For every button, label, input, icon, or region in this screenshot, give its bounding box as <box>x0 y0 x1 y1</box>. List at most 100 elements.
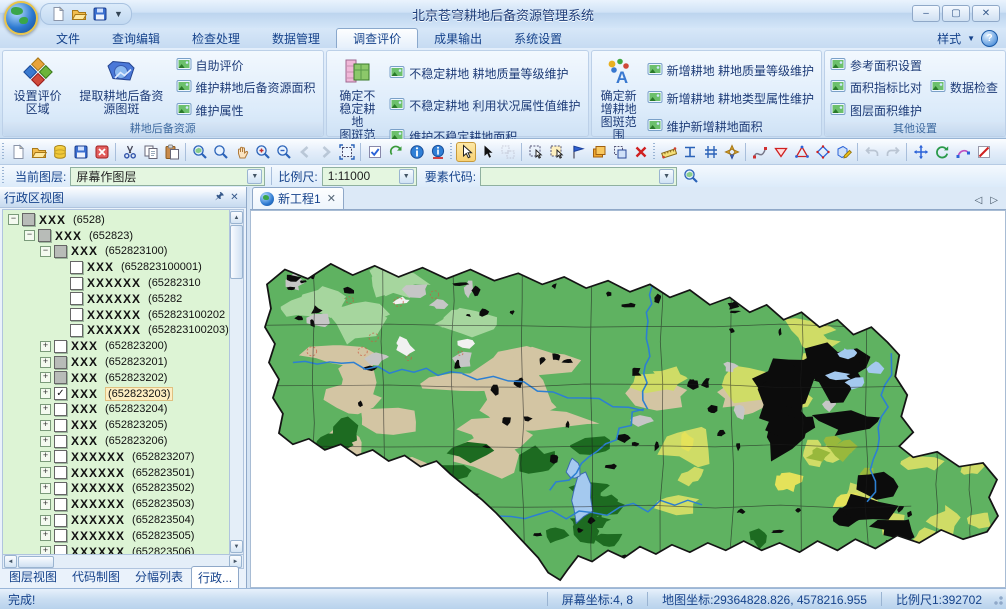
cut-icon[interactable] <box>120 142 140 162</box>
ribbon-tab[interactable]: 检查处理 <box>176 28 256 48</box>
ribbon-small-button[interactable]: 不稳定耕地 利用状况属性值维护 <box>387 95 584 116</box>
tree-checkbox[interactable] <box>70 324 83 337</box>
tree-row[interactable]: +XXXXXX(652823506) <box>3 544 229 554</box>
goto-flag-icon[interactable] <box>568 142 588 162</box>
pin-icon[interactable]: 🖈 <box>212 190 227 205</box>
maximize-button[interactable]: ▢ <box>942 5 970 22</box>
tree-expander-icon[interactable]: + <box>40 546 51 554</box>
tree-checkbox[interactable] <box>54 545 67 554</box>
tree-row[interactable]: +XXXXXX(652823503) <box>3 496 229 512</box>
tree-vertical-scrollbar[interactable]: ▲ ▼ <box>229 210 243 554</box>
tree-row[interactable]: +XXX(652823206) <box>3 433 229 449</box>
delete-feature-icon[interactable] <box>631 142 651 162</box>
new-document-button[interactable] <box>49 5 67 23</box>
ribbon-small-button[interactable]: 新增耕地 耕地质量等级维护 <box>645 60 818 81</box>
tree-row[interactable]: XXXXXX(65282 <box>3 291 229 307</box>
pointer-icon[interactable] <box>477 142 497 162</box>
grid-tool-icon[interactable] <box>701 142 721 162</box>
tree-expander-icon[interactable]: + <box>40 341 51 352</box>
close-button[interactable]: ✕ <box>972 5 1000 22</box>
tree-checkbox[interactable] <box>54 387 67 400</box>
length-tool-icon[interactable] <box>680 142 700 162</box>
ribbon-small-button[interactable]: 图层面积维护 <box>828 100 926 121</box>
tree-expander-icon[interactable]: + <box>40 451 51 462</box>
tree-row[interactable]: −XXX(652823) <box>3 228 229 244</box>
feature-search-button[interactable] <box>681 166 701 186</box>
ribbon-small-button[interactable]: 自助评价 <box>174 55 320 76</box>
tree-checkbox[interactable] <box>54 482 67 495</box>
tree-row[interactable]: −XXX(652823100) <box>3 244 229 260</box>
open-folder-icon[interactable] <box>29 142 49 162</box>
map-tab-close-icon[interactable]: ✕ <box>327 192 336 205</box>
toolbar-grip[interactable] <box>2 143 4 161</box>
database-icon[interactable] <box>50 142 70 162</box>
move-tool-icon[interactable] <box>911 142 931 162</box>
app-logo-globe-icon[interactable] <box>4 1 38 35</box>
tree-row[interactable]: +XXX(652823203) <box>3 386 229 402</box>
identify-info-icon[interactable] <box>407 142 427 162</box>
close-file-icon[interactable] <box>92 142 112 162</box>
ribbon-tab[interactable]: 系统设置 <box>498 28 578 48</box>
scroll-up-icon[interactable]: ▲ <box>230 211 243 224</box>
toolbar-grip[interactable] <box>2 167 4 185</box>
redo-icon[interactable] <box>883 142 903 162</box>
panel-tab[interactable]: 图层视图 <box>2 565 64 588</box>
open-folder-button[interactable] <box>70 5 88 23</box>
scroll-down-icon[interactable]: ▼ <box>230 540 243 553</box>
tree-checkbox[interactable] <box>54 371 67 384</box>
move-feature-icon[interactable] <box>610 142 630 162</box>
panel-tab[interactable]: 行政... <box>191 566 239 588</box>
diamond-tool-icon[interactable] <box>813 142 833 162</box>
tree-expander-icon[interactable]: − <box>40 246 51 257</box>
refresh-view-icon[interactable] <box>386 142 406 162</box>
map-document-tab[interactable]: 新工程1 ✕ <box>252 187 344 209</box>
select-cursor-icon[interactable] <box>456 142 476 162</box>
ribbon-small-button[interactable]: 新增耕地 耕地类型属性维护 <box>645 88 818 109</box>
map-canvas[interactable] <box>250 210 1006 588</box>
copy-icon[interactable] <box>141 142 161 162</box>
close-icon[interactable]: ✕ <box>227 190 242 205</box>
ribbon-small-button[interactable]: 面积指标比对 <box>828 77 926 98</box>
tree-expander-icon[interactable]: + <box>40 388 51 399</box>
next-view-icon[interactable] <box>316 142 336 162</box>
tree-expander-icon[interactable]: + <box>40 404 51 415</box>
scroll-thumb[interactable] <box>230 225 243 279</box>
tree-row[interactable]: +XXX(652823202) <box>3 370 229 386</box>
select-element-icon[interactable] <box>526 142 546 162</box>
map-tips-icon[interactable] <box>428 142 448 162</box>
previous-view-icon[interactable] <box>295 142 315 162</box>
tree-expander-icon[interactable]: + <box>40 530 51 541</box>
tree-checkbox[interactable] <box>54 435 67 448</box>
measure-icon[interactable] <box>659 142 679 162</box>
tree-row[interactable]: −XXX(6528) <box>3 212 229 228</box>
zoom-in-icon[interactable] <box>253 142 273 162</box>
save-button[interactable] <box>91 5 109 23</box>
check-tool-icon[interactable] <box>365 142 385 162</box>
tab-scroll-left-icon[interactable]: ◁ <box>975 195 983 206</box>
triangle-tool-icon[interactable] <box>792 142 812 162</box>
tree-row[interactable]: +XXXXXX(652823207) <box>3 449 229 465</box>
ribbon-small-button[interactable]: 维护新增耕地面积 <box>645 116 818 137</box>
style-menu[interactable]: 样式 <box>937 30 961 47</box>
reshape-tool-icon[interactable] <box>953 142 973 162</box>
resize-grip[interactable] <box>990 592 1004 606</box>
tree-expander-icon[interactable]: + <box>40 499 51 510</box>
tree-row[interactable]: XXXXXX(65282310 <box>3 275 229 291</box>
tree-row[interactable]: +XXXXXX(652823504) <box>3 512 229 528</box>
extract-reserve-patches-button[interactable]: 提取耕地后备资源图斑 <box>71 53 171 122</box>
ribbon-tab[interactable]: 查询编辑 <box>96 28 176 48</box>
clear-selection-icon[interactable] <box>974 142 994 162</box>
tree-checkbox[interactable] <box>54 498 67 511</box>
set-evaluation-area-button[interactable]: 设置评价区域 <box>6 53 69 122</box>
polygon-edit-icon[interactable] <box>834 142 854 162</box>
pan-hand-icon[interactable] <box>232 142 252 162</box>
zoom-region-icon[interactable] <box>190 142 210 162</box>
tab-scroll-right-icon[interactable]: ▷ <box>990 195 998 206</box>
tree-row[interactable]: XXXXXX(652823100203) <box>3 323 229 339</box>
tree-checkbox[interactable] <box>54 403 67 416</box>
tree-expander-icon[interactable]: + <box>40 420 51 431</box>
ribbon-small-button[interactable]: 维护属性 <box>174 100 320 121</box>
toolbar-grip[interactable] <box>653 143 655 161</box>
tree-row[interactable]: +XXX(652823205) <box>3 417 229 433</box>
help-icon[interactable]: ? <box>981 30 998 47</box>
